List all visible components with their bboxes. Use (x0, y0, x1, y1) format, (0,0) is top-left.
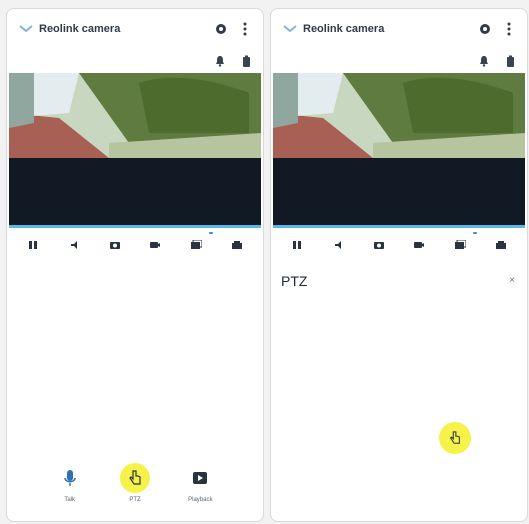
nav-talk-label: Talk (64, 497, 75, 503)
pause-icon[interactable] (24, 236, 42, 254)
quality-icon[interactable] (228, 236, 246, 254)
quality-icon[interactable] (492, 236, 510, 254)
hand-pointer-icon (119, 463, 150, 493)
status-row (271, 49, 527, 73)
chevron-down-icon[interactable] (281, 20, 299, 38)
battery-icon (503, 54, 517, 68)
new-badge-icon (208, 232, 213, 234)
video-controls (271, 232, 527, 257)
pause-icon[interactable] (288, 236, 306, 254)
right-phone-screen: Reolink camera PTZ × (270, 8, 528, 522)
multi-view-icon[interactable] (451, 232, 477, 254)
nav-ptz-label: PTZ (129, 497, 141, 503)
camera-live-feed[interactable] (9, 73, 261, 225)
record-icon[interactable] (410, 236, 428, 254)
camera-live-feed[interactable] (273, 73, 525, 225)
more-vertical-icon[interactable] (501, 21, 517, 37)
gear-icon[interactable] (213, 21, 229, 37)
camera-title: Reolink camera (39, 23, 121, 35)
status-row (7, 49, 263, 73)
app-header: Reolink camera (7, 9, 263, 49)
speaker-icon[interactable] (65, 236, 83, 254)
bottom-navigation: Talk PTZ Playback (7, 463, 263, 515)
video-progress-bar (9, 225, 261, 228)
speaker-icon[interactable] (329, 236, 347, 254)
video-controls (7, 232, 263, 257)
left-phone-screen: Reolink camera Talk PTZ Playback (6, 8, 264, 522)
more-vertical-icon[interactable] (237, 21, 253, 37)
camera-title: Reolink camera (303, 23, 385, 35)
ptz-panel-title: PTZ (281, 273, 308, 289)
nav-talk[interactable]: Talk (45, 463, 95, 503)
alarm-icon[interactable] (477, 54, 491, 68)
nav-ptz[interactable]: PTZ (110, 463, 160, 503)
nav-playback[interactable]: Playback (175, 463, 225, 503)
close-button[interactable]: × (509, 275, 515, 286)
hand-pointer-icon[interactable] (439, 422, 471, 454)
camera-icon[interactable] (106, 236, 124, 254)
playback-icon (185, 463, 215, 493)
microphone-icon (55, 463, 85, 493)
gear-icon[interactable] (477, 21, 493, 37)
app-header: Reolink camera (271, 9, 527, 49)
multi-view-icon[interactable] (187, 232, 213, 254)
nav-playback-label: Playback (188, 497, 213, 503)
chevron-down-icon[interactable] (17, 20, 35, 38)
new-badge-icon (472, 232, 477, 234)
battery-icon (239, 54, 253, 68)
record-icon[interactable] (146, 236, 164, 254)
video-progress-bar (273, 225, 525, 228)
camera-icon[interactable] (370, 236, 388, 254)
alarm-icon[interactable] (213, 54, 227, 68)
